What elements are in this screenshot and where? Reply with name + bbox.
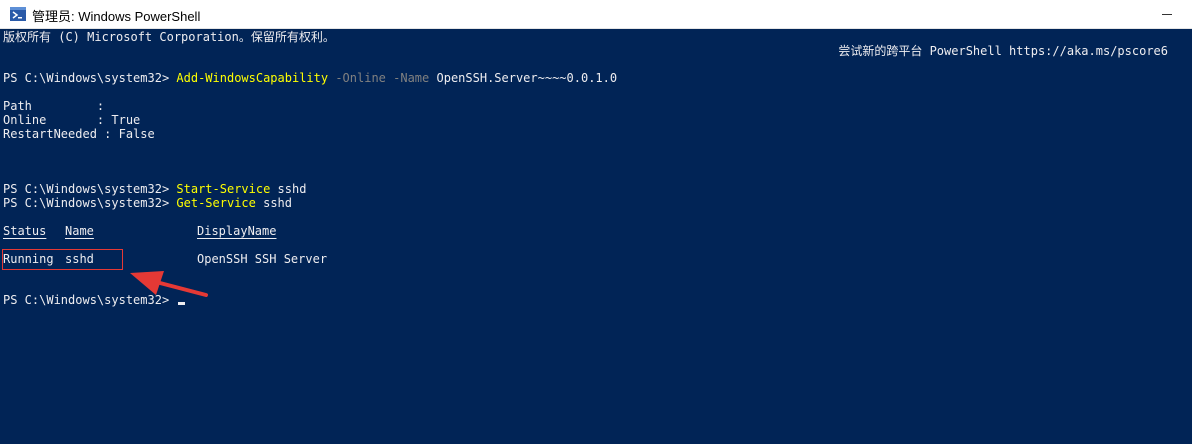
title-bar[interactable]: 管理员: Windows PowerShell [0,0,1192,29]
window-title: 管理员: Windows PowerShell [32,9,201,24]
arrow-icon [130,271,208,297]
console-output[interactable]: 版权所有 (C) Microsoft Corporation。保留所有权利。 尝… [0,29,1192,444]
powershell-icon [10,7,26,21]
minimize-button[interactable] [1146,0,1192,28]
